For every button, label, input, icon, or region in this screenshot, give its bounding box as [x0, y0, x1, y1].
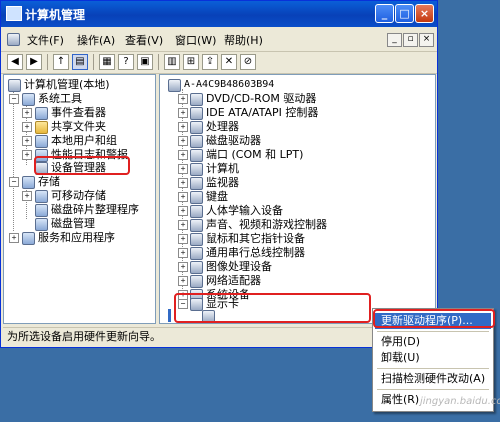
expand-icon[interactable]: + — [178, 136, 188, 146]
port-icon — [190, 149, 203, 162]
show-tree-icon[interactable]: ▤ — [72, 54, 88, 70]
menu-bar: 文件(F) 操作(A) 查看(V) 窗口(W) 帮助(H) _ ▫ × — [1, 27, 437, 52]
watermark: jingyan.baidu.com — [420, 396, 500, 407]
expand-icon[interactable]: + — [178, 178, 188, 188]
ide-controller-icon — [190, 107, 203, 120]
disable-device-icon[interactable]: ⊘ — [240, 54, 256, 70]
expand-icon[interactable]: + — [22, 150, 32, 160]
expand-icon[interactable]: + — [178, 248, 188, 258]
collapse-icon[interactable]: − — [9, 177, 19, 187]
display-device-intel-g41[interactable]: Intel(R) G41 Express Chipset — [168, 309, 387, 323]
child-minimize-button[interactable]: _ — [387, 33, 402, 47]
menu-window[interactable]: 窗口(W) — [175, 32, 216, 48]
expand-icon[interactable]: + — [178, 122, 188, 132]
users-icon — [35, 135, 48, 148]
monitor-icon — [190, 177, 203, 190]
disk-management-icon — [35, 218, 48, 231]
expand-icon[interactable]: + — [22, 191, 32, 201]
print-icon[interactable]: ▥ — [164, 54, 180, 70]
expand-icon[interactable]: + — [178, 150, 188, 160]
device-tree-pane: A-A4C9B48603B94 + DVD/CD-ROM 驱动器 + IDE A… — [159, 74, 436, 324]
properties-icon[interactable]: ▣ — [137, 54, 153, 70]
expand-icon[interactable]: + — [178, 220, 188, 230]
hid-icon — [190, 205, 203, 218]
maximize-button[interactable]: □ — [395, 4, 414, 23]
mouse-icon — [190, 233, 203, 246]
keyboard-icon — [190, 191, 203, 204]
camera-icon — [190, 261, 203, 274]
context-uninstall[interactable]: 卸载(U) — [375, 350, 491, 366]
expand-icon[interactable]: + — [178, 94, 188, 104]
expand-icon[interactable]: + — [178, 192, 188, 202]
help-icon[interactable]: ? — [118, 54, 134, 70]
storage-icon — [22, 176, 35, 189]
update-driver-icon[interactable]: ⇪ — [202, 54, 218, 70]
computer-icon — [168, 79, 181, 92]
disk-drive-icon — [190, 135, 203, 148]
menu-file[interactable]: 文件(F) — [27, 32, 64, 48]
menu-action[interactable]: 操作(A) — [77, 32, 115, 48]
expand-icon[interactable]: + — [178, 262, 188, 272]
tools-icon — [22, 93, 35, 106]
display-adapter-highlight — [174, 293, 371, 323]
expand-icon[interactable]: + — [178, 206, 188, 216]
uninstall-icon[interactable]: ✕ — [221, 54, 237, 70]
computer-management-icon — [6, 6, 22, 21]
update-driver-highlight — [373, 309, 495, 328]
expand-icon[interactable]: + — [22, 122, 32, 132]
dvd-drive-icon — [190, 93, 203, 106]
scan-hardware-icon[interactable]: ⊞ — [183, 54, 199, 70]
computer-icon — [190, 163, 203, 176]
status-bar: 为所选设备启用硬件更新向导。 — [3, 327, 435, 345]
forward-icon[interactable]: ▶ — [26, 54, 42, 70]
expand-icon[interactable]: + — [178, 164, 188, 174]
child-close-button[interactable]: × — [419, 33, 434, 47]
services-icon — [22, 232, 35, 245]
status-text: 为所选设备启用硬件更新向导。 — [7, 330, 161, 343]
title-bar[interactable]: 计算机管理 _ □ × — [1, 1, 437, 27]
event-viewer-icon — [35, 107, 48, 120]
device-manager-highlight — [34, 156, 130, 175]
context-scan-hardware[interactable]: 扫描检测硬件改动(A) — [375, 371, 491, 387]
expand-icon[interactable]: + — [178, 276, 188, 286]
context-disable[interactable]: 停用(D) — [375, 334, 491, 350]
removable-storage-icon — [35, 190, 48, 203]
menu-help[interactable]: 帮助(H) — [224, 32, 263, 48]
expand-icon[interactable]: + — [22, 108, 32, 118]
close-button[interactable]: × — [415, 4, 434, 23]
usb-icon — [190, 247, 203, 260]
mmc-icon — [7, 33, 20, 46]
sound-icon — [190, 219, 203, 232]
toolbar: ◀ ▶ ↑ ▤ ▦ ? ▣ ▥ ⊞ ⇪ ✕ ⊘ — [1, 51, 437, 74]
export-list-icon[interactable]: ▦ — [99, 54, 115, 70]
defragmenter-icon — [35, 204, 48, 217]
child-restore-button[interactable]: ▫ — [403, 33, 418, 47]
processor-icon — [190, 121, 203, 134]
window-title: 计算机管理 — [25, 8, 86, 22]
computer-management-window: 计算机管理 _ □ × 文件(F) 操作(A) 查看(V) 窗口(W) 帮助(H… — [0, 0, 438, 348]
shared-folder-icon — [35, 121, 48, 134]
expand-icon[interactable]: + — [178, 234, 188, 244]
menu-view[interactable]: 查看(V) — [125, 32, 163, 48]
computer-icon — [8, 79, 21, 92]
network-adapter-icon — [190, 275, 203, 288]
back-icon[interactable]: ◀ — [7, 54, 23, 70]
expand-icon[interactable]: + — [9, 233, 19, 243]
console-tree-pane: 计算机管理(本地) − 系统工具 + 事件查看器 + 共享文件夹 + 本地用户和… — [3, 74, 156, 324]
up-folder-icon[interactable]: ↑ — [53, 54, 69, 70]
minimize-button[interactable]: _ — [375, 4, 394, 23]
collapse-icon[interactable]: − — [9, 94, 19, 104]
expand-icon[interactable]: + — [22, 136, 32, 146]
expand-icon[interactable]: + — [178, 108, 188, 118]
